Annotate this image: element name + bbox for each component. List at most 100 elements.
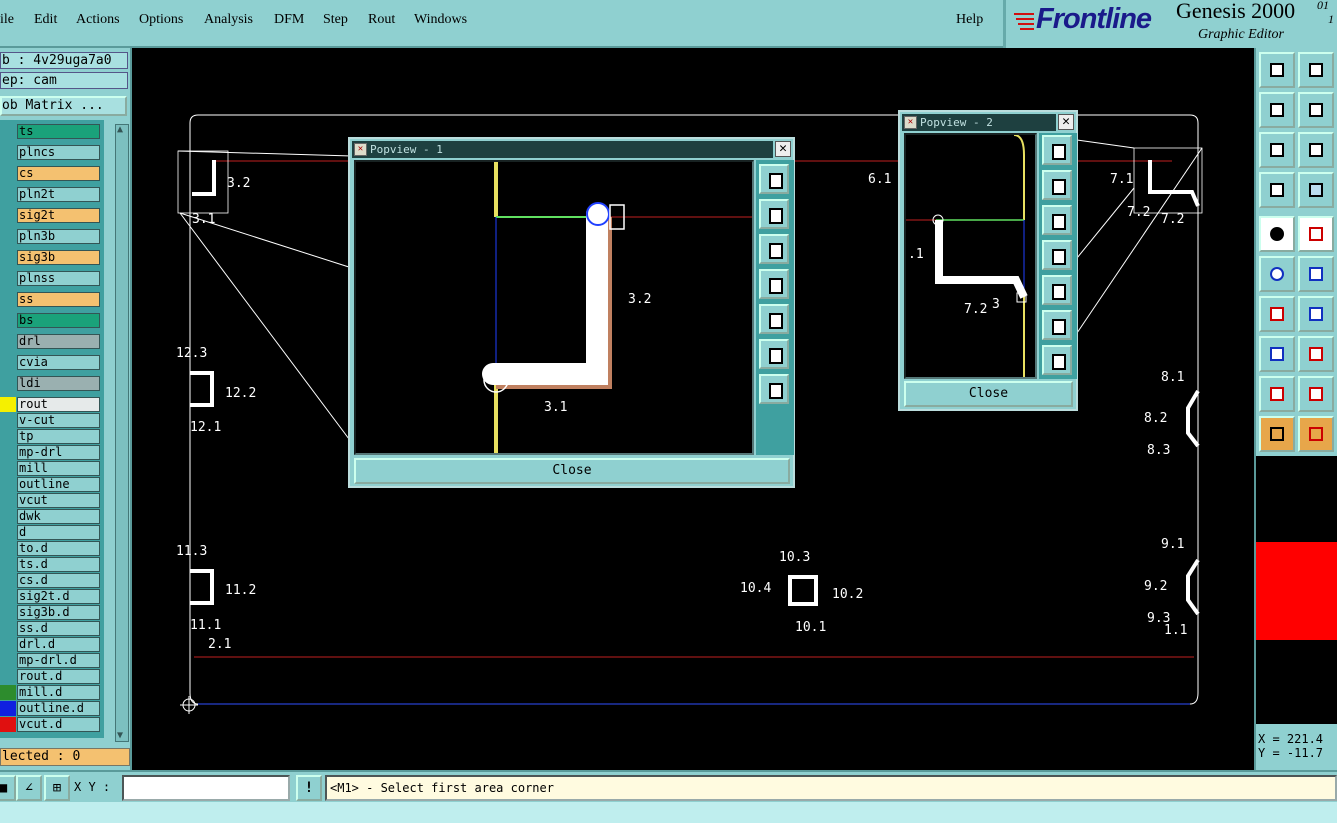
board-thumbnail[interactable] [1256,542,1337,640]
layer-ts[interactable]: ts [0,124,104,139]
layer-plncs[interactable]: plncs [0,145,104,160]
menu-analysis[interactable]: Analysis [204,12,253,28]
layer-v-cut[interactable]: v-cut [0,413,104,428]
layer-outline[interactable]: outline [0,477,104,492]
layer-swatch[interactable] [0,208,16,223]
layer-d[interactable]: d [0,525,104,540]
layer-cs[interactable]: cs [0,166,104,181]
layer-pln2t[interactable]: pln2t [0,187,104,202]
scroll-down-icon[interactable]: ▼ [117,731,127,741]
measure-tool-icon[interactable]: ∠ [16,775,42,801]
snap-line-icon[interactable] [1298,296,1334,332]
layer-dwk[interactable]: dwk [0,509,104,524]
layer-ss-d[interactable]: ss.d [0,621,104,636]
snap-midpoint-icon[interactable] [1298,336,1334,372]
warning-button[interactable]: ! [296,775,322,801]
layer-swatch[interactable] [0,589,16,604]
zoom-home-button[interactable] [1042,135,1072,165]
layer-swatch[interactable] [0,445,16,460]
layer-swatch[interactable] [0,397,16,412]
pan-up-button[interactable] [759,199,789,229]
menu-step[interactable]: Step [323,12,348,28]
layer-swatch[interactable] [0,145,16,160]
layer-swatch[interactable] [0,461,16,476]
zoom-in-button[interactable] [759,339,789,369]
layer-rout-d[interactable]: rout.d [0,669,104,684]
snap-triangle-icon[interactable] [1259,376,1295,412]
pan-up-button[interactable] [1042,170,1072,200]
layer-swatch[interactable] [0,717,16,732]
popview-1-close-icon[interactable]: ✕ [775,141,791,157]
pan-down-button[interactable] [759,234,789,264]
layer-swatch[interactable] [0,429,16,444]
layer-swatch[interactable] [0,605,16,620]
layer-swatch[interactable] [0,313,16,328]
layer-swatch[interactable] [0,292,16,307]
layer-drl-d[interactable]: drl.d [0,637,104,652]
grid-toggle-icon[interactable]: ⊞ [44,775,70,801]
layer-swatch[interactable] [0,187,16,202]
layer-outline-d[interactable]: outline.d [0,701,104,716]
menu-edit[interactable]: Edit [34,12,57,28]
layer-swatch[interactable] [0,541,16,556]
zoom-out-button[interactable] [1042,345,1072,375]
layer-sig2t[interactable]: sig2t [0,208,104,223]
popview-1-view[interactable]: 3.2 3.1 [354,160,754,455]
snap-point-icon[interactable] [1259,336,1295,372]
snap-pad-icon[interactable] [1259,216,1295,252]
layer-mill[interactable]: mill [0,461,104,476]
measure-icon[interactable] [1259,172,1295,208]
pan-left-icon[interactable] [1259,92,1295,128]
menu-actions[interactable]: Actions [76,12,120,28]
layer-rout[interactable]: rout [0,397,104,412]
layer-swatch[interactable] [0,573,16,588]
layer-swatch[interactable] [0,525,16,540]
layer-mp-drl-d[interactable]: mp-drl.d [0,653,104,668]
layer-cs-d[interactable]: cs.d [0,573,104,588]
zoom-home-button[interactable] [759,164,789,194]
select-area-icon[interactable] [1298,416,1334,452]
layer-swatch[interactable] [0,271,16,286]
menu-windows[interactable]: Windows [414,12,467,28]
layer-cvia[interactable]: cvia [0,355,104,370]
zoom-in-button[interactable] [1042,310,1072,340]
scroll-up-icon[interactable]: ▲ [117,125,127,135]
menu-help[interactable]: Help [956,12,983,28]
layer-swatch[interactable] [0,124,16,139]
layer-swatch[interactable] [0,557,16,572]
snap-intersect-icon[interactable] [1298,256,1334,292]
layer-ts-d[interactable]: ts.d [0,557,104,572]
select-pointer-icon[interactable] [1259,416,1295,452]
layer-ss[interactable]: ss [0,292,104,307]
layer-swatch[interactable] [0,669,16,684]
layer-plnss[interactable]: plnss [0,271,104,286]
layer-bs[interactable]: bs [0,313,104,328]
layer-drl[interactable]: drl [0,334,104,349]
snap-angle-icon[interactable] [1259,296,1295,332]
layer-mill-d[interactable]: mill.d [0,685,104,700]
zoom-out-icon[interactable] [1298,132,1334,168]
snap-vertex-icon[interactable] [1298,376,1334,412]
zoom-out-button[interactable] [759,374,789,404]
layer-swatch[interactable] [0,166,16,181]
layer-tp[interactable]: tp [0,429,104,444]
zoom-in-icon[interactable] [1259,132,1295,168]
layer-to-d[interactable]: to.d [0,541,104,556]
menu-options[interactable]: Options [139,12,183,28]
abort-icon[interactable]: ■ [0,775,16,801]
layer-swatch[interactable] [0,701,16,716]
pan-right-button[interactable] [1042,275,1072,305]
xy-input[interactable] [122,775,290,801]
layer-pln3b[interactable]: pln3b [0,229,104,244]
layer-vcut[interactable]: vcut [0,493,104,508]
pan-right-icon[interactable] [1298,92,1334,128]
layer-swatch[interactable] [0,493,16,508]
menu-file[interactable]: ile [0,12,14,28]
popview-2-view[interactable]: .1 7.2 3 [904,133,1037,379]
popview-2-close-button[interactable]: Close [904,381,1073,407]
layer-swatch[interactable] [0,637,16,652]
layer-ldi[interactable]: ldi [0,376,104,391]
pan-right-button[interactable] [759,304,789,334]
layer-swatch[interactable] [0,229,16,244]
pan-down-button[interactable] [1042,205,1072,235]
